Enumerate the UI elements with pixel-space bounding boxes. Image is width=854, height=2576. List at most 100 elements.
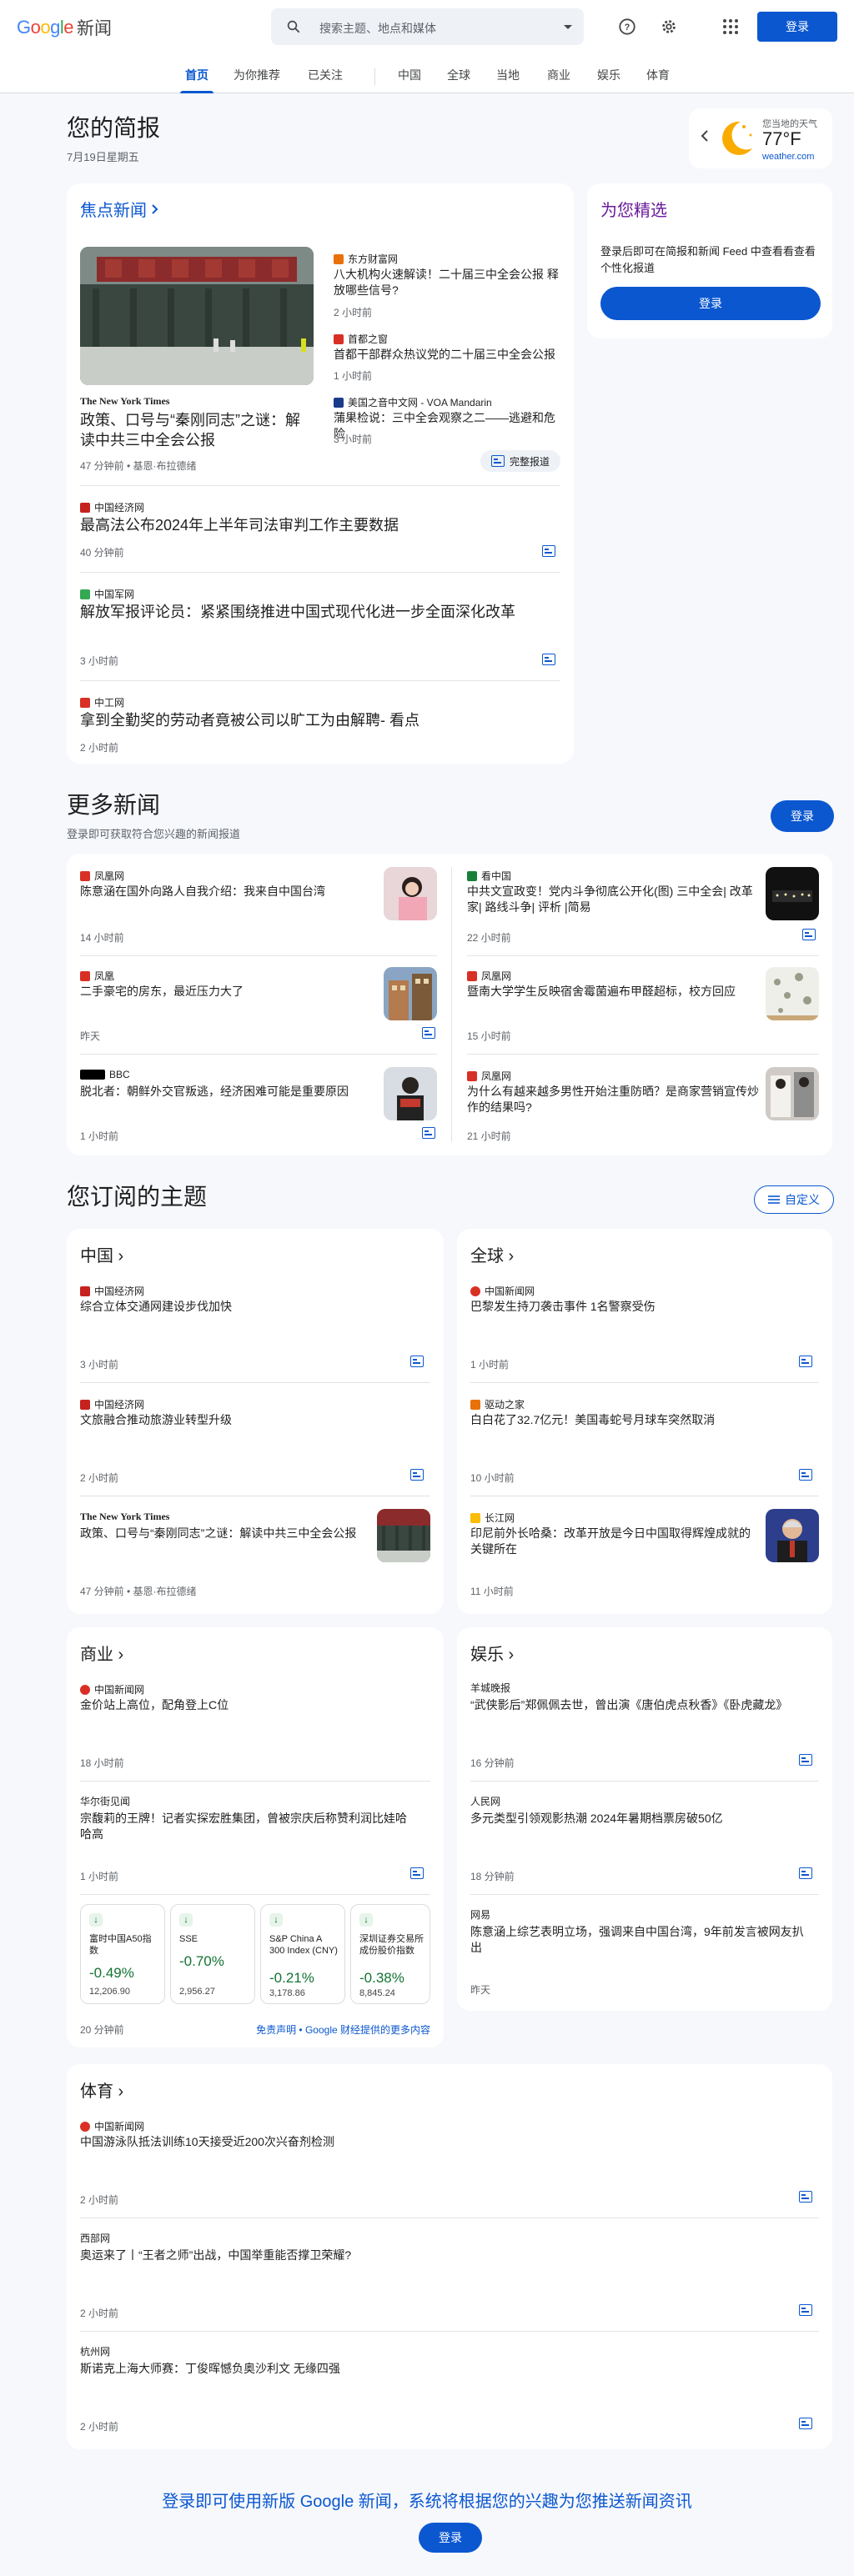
finance-disclaimer-link[interactable]: 免责声明 • Google 财经提供的更多内容: [256, 2022, 430, 2037]
story-title[interactable]: 文旅融合推动旅游业转型升级: [80, 1412, 414, 1428]
search-input[interactable]: 搜索主题、地点和媒体: [319, 20, 436, 37]
tab-for-you[interactable]: 为你推荐: [234, 67, 280, 93]
weather-source-link[interactable]: weather.com: [762, 152, 814, 162]
nav-divider: [374, 68, 375, 85]
topic-world-link[interactable]: 全球 ›: [470, 1242, 514, 1266]
full-coverage-icon[interactable]: [799, 2418, 812, 2429]
topic-business-link[interactable]: 商业 ›: [80, 1641, 123, 1665]
top-story-image[interactable]: [80, 247, 314, 385]
full-coverage-icon[interactable]: [410, 1469, 424, 1481]
story-source: 华尔街见闻: [80, 1794, 130, 1808]
search-bar[interactable]: 搜索主题、地点和媒体: [271, 8, 584, 45]
top-stories-link[interactable]: 焦点新闻: [80, 197, 158, 221]
briefing-title: 您的简报: [67, 115, 161, 141]
side-story-title[interactable]: 首都干部群众热议党的二十届三中全会公报: [334, 347, 560, 363]
full-coverage-icon[interactable]: [422, 1027, 435, 1039]
story-source: 西部网: [80, 2231, 110, 2245]
full-coverage-icon[interactable]: [799, 1754, 812, 1766]
story-title[interactable]: 金价站上高位，配角登上C位: [80, 1697, 414, 1713]
full-coverage-icon[interactable]: [410, 1867, 424, 1879]
full-coverage-icon[interactable]: [542, 654, 555, 665]
story-title[interactable]: 解放军报评论员：紧紧围绕推进中国式现代化进一步全面深化改革: [80, 602, 547, 622]
story-title[interactable]: 斯诺克上海大师赛：丁俊晖憾负奥沙利文 无缘四强: [80, 2361, 747, 2377]
story-title[interactable]: 为什么有越来越多男性开始注重防晒？是商家营销宣传炒作的结果吗?: [467, 1084, 767, 1115]
story-title[interactable]: 白白花了32.7亿元！美国毒蛇号月球车突然取消: [470, 1412, 804, 1428]
more-news-login-button[interactable]: 登录: [771, 800, 834, 832]
story-title[interactable]: 陈意涵上综艺表明立场，强调来自中国台湾，9年前发言被网友扒出: [470, 1924, 804, 1956]
picks-login-button[interactable]: 登录: [600, 287, 821, 320]
full-coverage-icon[interactable]: [802, 929, 816, 940]
full-coverage-icon[interactable]: [799, 2304, 812, 2316]
full-coverage-icon[interactable]: [542, 545, 555, 557]
story-thumbnail[interactable]: [384, 1067, 437, 1120]
full-coverage-button[interactable]: 完整报道: [480, 450, 560, 472]
apps-grid-icon[interactable]: [721, 17, 741, 37]
story-title[interactable]: 陈意涵在国外向路人自我介绍：我来自中国台湾: [80, 884, 380, 900]
full-coverage-icon[interactable]: [799, 1867, 812, 1879]
tab-entertainment[interactable]: 娱乐: [597, 67, 620, 93]
tab-world[interactable]: 全球: [447, 67, 470, 93]
story-title[interactable]: 综合立体交通网建设步伐加快: [80, 1299, 414, 1315]
google-news-logo[interactable]: Google 新闻: [17, 15, 112, 40]
story-title[interactable]: 暨南大学学生反映宿舍霉菌遍布甲醛超标，校方回应: [467, 984, 767, 1000]
full-coverage-icon[interactable]: [422, 1127, 435, 1139]
story-title[interactable]: 多元类型引领观影热潮 2024年暑期档票房破50亿: [470, 1811, 787, 1827]
tab-following[interactable]: 已关注: [308, 67, 343, 93]
story-title[interactable]: 奥运来了丨“王者之师”出战，中国举重能否撑卫荣耀?: [80, 2248, 747, 2263]
story-title[interactable]: 二手豪宅的房东，最近压力大了: [80, 984, 380, 1000]
source-name: 首都之窗: [348, 333, 389, 345]
full-coverage-icon[interactable]: [799, 2191, 812, 2203]
story-title[interactable]: 政策、口号与“秦刚同志”之谜：解读中共三中全会公报: [80, 1526, 364, 1541]
picks-desc: 登录后即可在简报和新闻 Feed 中查看看查看个性化报道: [600, 245, 816, 274]
source-name: 网易: [470, 1909, 491, 1921]
full-coverage-icon[interactable]: [799, 1469, 812, 1481]
stock-card[interactable]: ↓ SSE -0.70% 2,956.27: [170, 1904, 255, 2004]
story-thumbnail[interactable]: [766, 867, 819, 920]
story-title[interactable]: “武侠影后”郑佩佩去世，曾出演《唐伯虎点秋香》《卧虎藏龙》: [470, 1697, 812, 1713]
story-title[interactable]: 脱北者：朝鲜外交官叛逃，经济困难可能是重要原因: [80, 1084, 380, 1100]
story-source: 羊城晚报: [470, 1681, 510, 1695]
search-icon[interactable]: [286, 19, 301, 34]
story-title[interactable]: 印尼前外长哈桑：改革开放是今日中国取得辉煌成就的关键所在: [470, 1526, 754, 1557]
top-story-title[interactable]: 政策、口号与“秦刚同志”之谜：解读中共三中全会公报: [80, 410, 314, 451]
topic-china-link[interactable]: 中国 ›: [80, 1242, 123, 1266]
story-thumbnail[interactable]: [766, 1509, 819, 1562]
topic-entertainment-link[interactable]: 娱乐 ›: [470, 1641, 514, 1665]
stock-card[interactable]: ↓ 富时中国A50指数 -0.49% 12,206.90: [80, 1904, 165, 2004]
chevron-down-icon[interactable]: [564, 23, 572, 31]
story-thumbnail[interactable]: [766, 967, 819, 1020]
tab-sports[interactable]: 体育: [646, 67, 670, 93]
tab-home[interactable]: 首页: [180, 67, 214, 93]
source-nyt: The New York Times: [80, 395, 170, 407]
full-coverage-icon[interactable]: [799, 1356, 812, 1367]
tab-china[interactable]: 中国: [398, 67, 421, 93]
story-thumbnail[interactable]: [766, 1067, 819, 1120]
divider: [80, 1781, 430, 1782]
side-story-title[interactable]: 八大机构火速解读！二十届三中全会公报 释放哪些信号?: [334, 267, 560, 298]
footer-login-button[interactable]: 登录: [419, 2523, 482, 2553]
stock-card[interactable]: ↓ 深圳证券交易所成份股价指数 -0.38% 8,845.24: [350, 1904, 430, 2004]
customize-button[interactable]: 自定义: [754, 1185, 834, 1214]
topic-sports-link[interactable]: 体育 ›: [80, 2077, 123, 2102]
tab-local[interactable]: 当地: [496, 67, 520, 93]
story-title[interactable]: 巴黎发生持刀袭击事件 1名警察受伤: [470, 1299, 804, 1315]
stock-card[interactable]: ↓ S&P China A 300 Index (CNY) -0.21% 3,1…: [260, 1904, 345, 2004]
header-login-button[interactable]: 登录: [757, 12, 837, 42]
help-icon[interactable]: ?: [617, 17, 637, 37]
tab-business[interactable]: 商业: [547, 67, 570, 93]
settings-gear-icon[interactable]: [659, 17, 679, 37]
source-name: BBC: [109, 1069, 130, 1080]
story-thumbnail[interactable]: [384, 867, 437, 920]
chevron-left-icon[interactable]: [701, 130, 709, 142]
full-coverage-icon[interactable]: [410, 1356, 424, 1367]
story-time: 昨天: [470, 1984, 491, 1996]
story-title[interactable]: 中国游泳队抵法训练10天接受近200次兴奋剂检测: [80, 2134, 747, 2150]
weather-widget[interactable]: 您当地的天气 77°F weather.com: [689, 108, 832, 168]
story-thumbnail[interactable]: [377, 1509, 430, 1562]
story-title[interactable]: 宗馥莉的王牌！记者实探宏胜集团，曾被宗庆后称赞利润比娃哈哈高: [80, 1811, 414, 1842]
top-story-meta: 47 分钟前 • 基恩·布拉德绪: [80, 460, 197, 472]
story-title[interactable]: 拿到全勤奖的劳动者竟被公司以旷工为由解聘- 看点: [80, 710, 547, 730]
story-thumbnail[interactable]: [384, 967, 437, 1020]
story-title[interactable]: 最高法公布2024年上半年司法审判工作主要数据: [80, 515, 530, 535]
story-title[interactable]: 中共文宣政变！党内斗争彻底公开化(图) 三中全会| 改革家| 路线斗争| 评析 …: [467, 884, 767, 915]
